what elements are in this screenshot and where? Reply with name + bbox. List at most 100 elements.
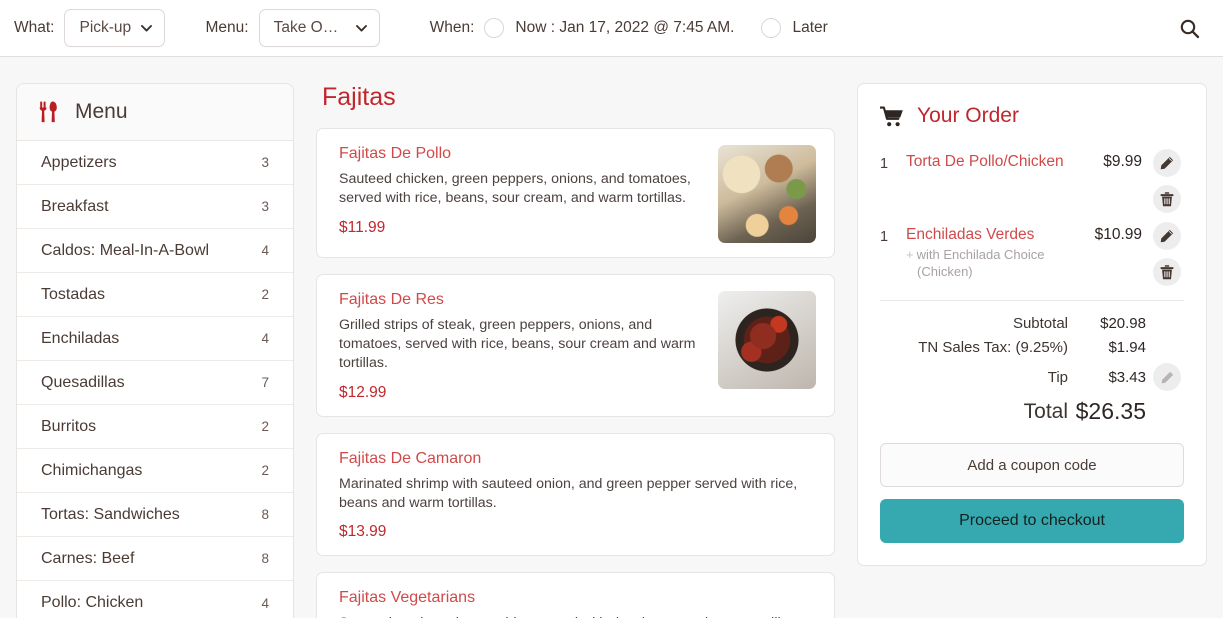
sidebar-item-burritos[interactable]: Burritos 2 [17,405,293,449]
order-title: Your Order [917,104,1019,127]
dish-card[interactable]: Fajitas Vegetarians Sauteed marinated ve… [316,572,835,618]
dish-description: Grilled strips of steak, green peppers, … [339,317,696,371]
sidebar-item-enchiladas[interactable]: Enchiladas 4 [17,317,293,361]
dish-name[interactable]: Fajitas De Camaron [339,450,816,468]
order-header: Your Order [880,104,1184,128]
radio-now[interactable] [484,18,505,38]
page-title: Fajitas [322,83,396,111]
tip-action [1150,363,1184,391]
when-now-option[interactable]: Now : Jan 17, 2022 @ 7:45 AM. [484,18,734,38]
sidebar-item-label: Burritos [41,417,97,435]
chevron-down-icon [355,24,367,32]
edit-item-button[interactable] [1153,149,1181,177]
sidebar-item-count: 3 [261,199,269,214]
menu-select[interactable]: Take Ou… [258,9,380,47]
trash-icon [1160,264,1174,279]
sidebar-item-pollo[interactable]: Pollo: Chicken 4 [17,581,293,618]
delete-item-button[interactable] [1153,185,1181,213]
dish-description: Sauteed marinated vegetables served with… [339,614,816,618]
sidebar-item-caldos[interactable]: Caldos: Meal-In-A-Bowl 4 [17,229,293,273]
sidebar-item-label: Quesadillas [41,373,125,391]
total-row: Total $26.35 [880,398,1184,425]
order-divider [880,300,1184,301]
add-coupon-button[interactable]: Add a coupon code [880,443,1184,487]
edit-item-button[interactable] [1153,222,1181,250]
dish-name[interactable]: Fajitas Vegetarians [339,589,816,607]
tip-value: $3.43 [1108,368,1146,386]
order-item-option: + with Enchilada Choice (Chicken) [906,247,1089,280]
trash-icon [1160,191,1174,206]
utensils-icon [39,101,57,123]
order-item: 1 Torta De Pollo/Chicken $9.99 [880,146,1184,213]
order-item-name[interactable]: Torta De Pollo/Chicken [906,152,1097,171]
tax-row: TN Sales Tax: (9.25%) $1.94 [880,339,1184,356]
tax-label: TN Sales Tax: (9.25%) [918,339,1068,356]
order-item-qty: 1 [880,156,889,172]
edit-tip-button[interactable] [1153,363,1181,391]
dish-card[interactable]: Fajitas De Camaron Marinated shrimp with… [316,432,835,557]
sidebar-item-label: Carnes: Beef [41,549,135,567]
sidebar-item-count: 3 [261,155,269,170]
sidebar-item-quesadillas[interactable]: Quesadillas 7 [17,361,293,405]
radio-later[interactable] [761,18,782,38]
dish-text: Fajitas De Pollo Sauteed chicken, green … [339,145,704,237]
dish-price: $13.99 [339,523,387,541]
chevron-down-icon [141,24,153,32]
sidebar-item-chimichangas[interactable]: Chimichangas 2 [17,449,293,493]
sidebar-item-count: 4 [261,243,269,258]
tax-value: $1.94 [1108,339,1146,356]
sidebar-item-tostadas[interactable]: Tostadas 2 [17,273,293,317]
order-item: 1 Enchiladas Verdes + with Enchilada Choi… [880,219,1184,286]
sidebar-item-count: 8 [261,551,269,566]
delete-item-button[interactable] [1153,258,1181,286]
sidebar-item-label: Chimichangas [41,461,143,479]
proceed-to-checkout-button[interactable]: Proceed to checkout [880,499,1184,543]
what-select[interactable]: Pick-up [64,9,166,47]
order-panel: Your Order 1 Torta De Pollo/Chicken $9.9… [857,83,1207,566]
dish-card[interactable]: Fajitas De Pollo Sauteed chicken, green … [316,128,835,258]
what-label: What: [14,19,55,36]
shopping-cart-icon [880,106,903,126]
now-label: Now : Jan 17, 2022 @ 7:45 AM. [515,19,735,36]
sidebar-item-label: Breakfast [41,197,109,215]
order-item-actions [1150,146,1184,213]
sidebar-item-label: Enchiladas [41,329,120,347]
pencil-icon [1160,229,1174,243]
order-totals: Subtotal $20.98 TN Sales Tax: (9.25%) $1… [880,315,1184,425]
sidebar-item-label: Appetizers [41,153,117,171]
tip-row: Tip $3.43 [880,363,1184,391]
subtotal-value: $20.98 [1100,315,1146,332]
sidebar-item-count: 8 [261,507,269,522]
sidebar-item-tortas[interactable]: Tortas: Sandwiches 8 [17,493,293,537]
subtotal-label: Subtotal [1012,315,1068,332]
sidebar-item-label: Tostadas [41,285,106,303]
menu-items-column: Fajitas Fajitas De Pollo Sauteed chicken… [316,83,835,618]
sidebar-item-breakfast[interactable]: Breakfast 3 [17,185,293,229]
search-button[interactable] [1175,14,1203,42]
when-later-option[interactable]: Later [761,18,828,38]
total-label: Total [1023,399,1068,423]
order-item-name[interactable]: Enchiladas Verdes [906,225,1089,244]
dish-image [718,145,816,243]
total-value: $26.35 [1075,398,1146,424]
dish-text: Fajitas De Camaron Marinated shrimp with… [339,450,816,542]
sidebar-header: Menu [17,84,293,141]
sidebar-item-appetizers[interactable]: Appetizers 3 [17,141,293,185]
dish-card[interactable]: Fajitas De Res Grilled strips of steak, … [316,274,835,417]
dish-price: $11.99 [339,218,386,236]
pencil-icon [1161,371,1173,383]
dish-text: Fajitas De Res Grilled strips of steak, … [339,291,704,402]
menu-label: Menu: [205,19,249,36]
dish-name[interactable]: Fajitas De Pollo [339,145,704,163]
sidebar-item-count: 2 [261,419,269,434]
later-label: Later [792,19,828,36]
sidebar-item-label: Caldos: Meal-In-A-Bowl [41,241,210,259]
sidebar-item-carnes[interactable]: Carnes: Beef 8 [17,537,293,581]
menu-select-value: Take Ou… [273,19,346,36]
sidebar-item-count: 7 [261,375,269,390]
order-item-info: Enchiladas Verdes + with Enchilada Choice… [906,219,1089,280]
sidebar-item-count: 2 [261,287,269,302]
order-item-option-line2: (Chicken) [917,263,973,279]
plus-icon: + [906,247,914,263]
dish-name[interactable]: Fajitas De Res [339,291,704,309]
